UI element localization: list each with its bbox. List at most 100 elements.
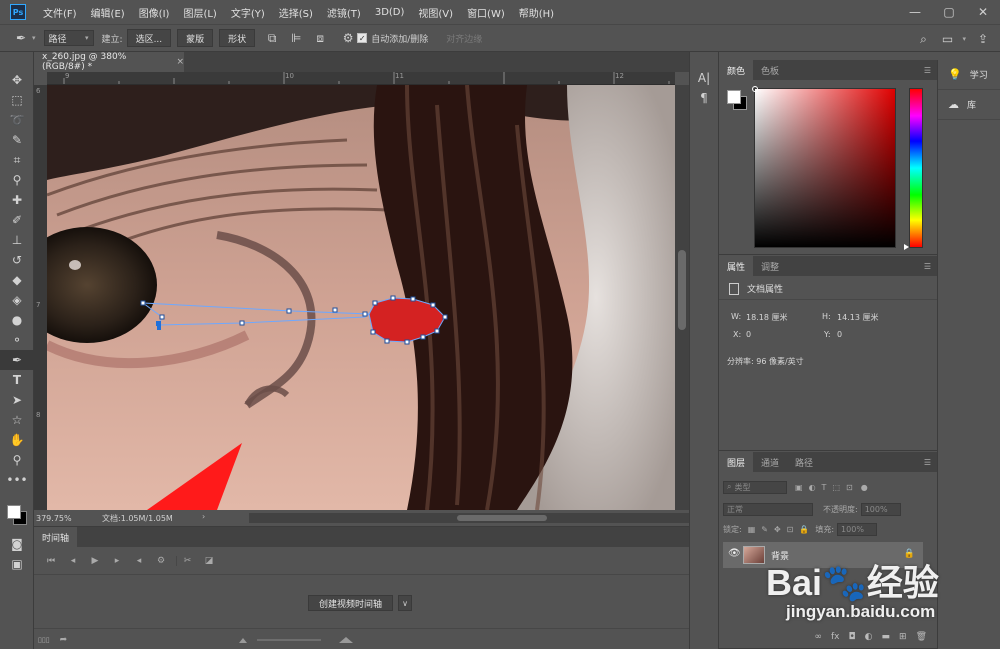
healing-brush-tool-icon[interactable]: ✚: [0, 190, 34, 210]
blend-mode-select[interactable]: 正常: [723, 502, 813, 516]
preset-dropdown-arrow-icon[interactable]: ▾: [32, 34, 36, 42]
scissors-icon[interactable]: ✂: [176, 555, 198, 566]
color-picker-cursor[interactable]: [752, 86, 758, 92]
lock-artboard-icon[interactable]: ⊡: [787, 525, 794, 534]
more-tools-icon[interactable]: •••: [0, 470, 34, 490]
fill-field[interactable]: 100%: [837, 522, 878, 536]
link-layers-icon[interactable]: ∞: [815, 632, 823, 642]
tab-paths[interactable]: 路径: [787, 452, 821, 472]
y-value[interactable]: 0: [837, 330, 842, 339]
history-brush-tool-icon[interactable]: ↺: [0, 250, 34, 270]
panel-menu-icon[interactable]: ☰: [924, 458, 931, 467]
menu-layer[interactable]: 图层(L): [176, 5, 223, 20]
menu-image[interactable]: 图像(I): [132, 5, 177, 20]
make-mask-button[interactable]: 蒙版: [177, 29, 214, 47]
transition-icon[interactable]: ◪: [198, 556, 220, 566]
settings-icon[interactable]: ⚙: [150, 556, 172, 566]
menu-edit[interactable]: 编辑(E): [84, 5, 132, 20]
menu-type[interactable]: 文字(Y): [224, 5, 272, 20]
path-selection-tool-icon[interactable]: ➤: [0, 390, 34, 410]
next-frame-icon[interactable]: ▸: [106, 556, 128, 566]
lock-position-icon[interactable]: ✥: [774, 525, 781, 534]
image-canvas[interactable]: [47, 85, 675, 510]
filter-shape-icon[interactable]: ⬚: [832, 483, 840, 492]
panel-menu-icon[interactable]: ☰: [924, 66, 931, 75]
lock-transparent-icon[interactable]: ▦: [748, 525, 756, 534]
create-video-timeline-button[interactable]: 创建视频时间轴: [308, 595, 394, 611]
horizontal-scrollbar[interactable]: [249, 513, 704, 523]
search-icon[interactable]: ⌕: [914, 30, 932, 48]
shape-tool-icon[interactable]: ☆: [0, 410, 34, 430]
blur-tool-icon[interactable]: ●: [0, 310, 34, 330]
timeline-zoom-slider[interactable]: [239, 637, 354, 643]
width-value[interactable]: 18.18 厘米: [746, 312, 787, 323]
tab-properties[interactable]: 属性: [719, 256, 754, 276]
new-group-icon[interactable]: ▬: [882, 632, 891, 642]
new-layer-icon[interactable]: ⊞: [899, 632, 907, 642]
tab-channels[interactable]: 通道: [753, 452, 787, 472]
lasso-tool-icon[interactable]: ➰: [0, 110, 34, 130]
workspace-icon[interactable]: ▭: [938, 30, 956, 48]
trash-icon[interactable]: 🗑: [916, 632, 927, 642]
filter-pixel-icon[interactable]: ▣: [795, 483, 803, 492]
vertical-scrollbar[interactable]: [675, 85, 689, 510]
gear-icon[interactable]: ⚙: [339, 29, 357, 47]
menu-filter[interactable]: 滤镜(T): [320, 5, 368, 20]
close-icon[interactable]: ×: [176, 57, 184, 67]
tab-color[interactable]: 颜色: [719, 60, 754, 80]
zoom-tool-icon[interactable]: ⚲: [0, 450, 34, 470]
menu-select[interactable]: 选择(S): [272, 5, 320, 20]
create-timeline-dropdown[interactable]: ∨: [398, 595, 412, 611]
hand-tool-icon[interactable]: ✋: [0, 430, 34, 450]
clone-stamp-tool-icon[interactable]: ⊥: [0, 230, 34, 250]
character-panel-icon[interactable]: A|: [690, 68, 718, 88]
filter-adjustment-icon[interactable]: ◐: [809, 483, 816, 492]
eye-visibility-icon[interactable]: 👁: [728, 548, 741, 559]
workspace-dropdown-icon[interactable]: ▾: [962, 30, 966, 48]
height-value[interactable]: 14.13 厘米: [837, 312, 878, 323]
menu-help[interactable]: 帮助(H): [512, 5, 561, 20]
minimize-button[interactable]: —: [898, 5, 932, 19]
close-window-button[interactable]: ✕: [966, 5, 1000, 19]
libraries-item[interactable]: ☁ 库: [938, 90, 1000, 120]
hue-slider[interactable]: [904, 88, 923, 250]
vertical-scrollbar-thumb[interactable]: [678, 250, 686, 330]
menu-view[interactable]: 视图(V): [411, 5, 460, 20]
type-tool-icon[interactable]: T: [0, 370, 34, 390]
path-alignment-icon[interactable]: ⊫: [287, 29, 305, 47]
pen-tool-icon[interactable]: ✒: [0, 350, 34, 370]
eyedropper-tool-icon[interactable]: ⚲: [0, 170, 34, 190]
document-tab[interactable]: x_260.jpg @ 380%(RGB/8#) * ×: [34, 52, 184, 72]
filter-type-icon[interactable]: T: [822, 483, 827, 492]
filter-toggle-icon[interactable]: ●: [861, 483, 868, 492]
add-mask-icon[interactable]: ◘: [849, 632, 856, 642]
pen-mode-select[interactable]: 路径 ▾: [43, 30, 94, 46]
audio-icon[interactable]: ◂: [128, 556, 150, 566]
lock-pixels-icon[interactable]: ✎: [761, 525, 768, 534]
horizontal-scrollbar-thumb[interactable]: [457, 515, 547, 521]
first-frame-icon[interactable]: ⏮: [40, 556, 62, 566]
menu-file[interactable]: 文件(F): [36, 5, 84, 20]
foreground-color-swatch[interactable]: [7, 505, 21, 519]
path-operations-icon[interactable]: ⧉: [263, 29, 281, 47]
opacity-field[interactable]: 100%: [860, 502, 901, 516]
paint-bucket-tool-icon[interactable]: ◈: [0, 290, 34, 310]
path-arrangement-icon[interactable]: ⧈: [311, 29, 329, 47]
color-picker-field[interactable]: [752, 86, 896, 248]
timeline-tab[interactable]: 时间轴: [34, 527, 78, 547]
quick-mask-icon[interactable]: ◙: [0, 534, 34, 554]
layer-row-background[interactable]: 👁 背景 🔒: [723, 542, 923, 568]
previous-frame-icon[interactable]: ◂: [62, 556, 84, 566]
screen-mode-icon[interactable]: ▣: [0, 554, 34, 574]
frame-mode-icon[interactable]: ▯▯▯: [38, 636, 50, 644]
render-icon[interactable]: ➦: [60, 635, 68, 645]
panel-menu-icon[interactable]: ☰: [924, 262, 931, 271]
move-tool-icon[interactable]: ✥: [0, 70, 34, 90]
tab-layers[interactable]: 图层: [719, 452, 754, 472]
layer-name[interactable]: 背景: [771, 549, 789, 562]
layer-style-icon[interactable]: fx: [831, 632, 840, 642]
eraser-tool-icon[interactable]: ◆: [0, 270, 34, 290]
hue-slider-handle[interactable]: [904, 244, 909, 250]
x-value[interactable]: 0: [746, 330, 751, 339]
adjustment-layer-icon[interactable]: ◐: [865, 632, 873, 642]
